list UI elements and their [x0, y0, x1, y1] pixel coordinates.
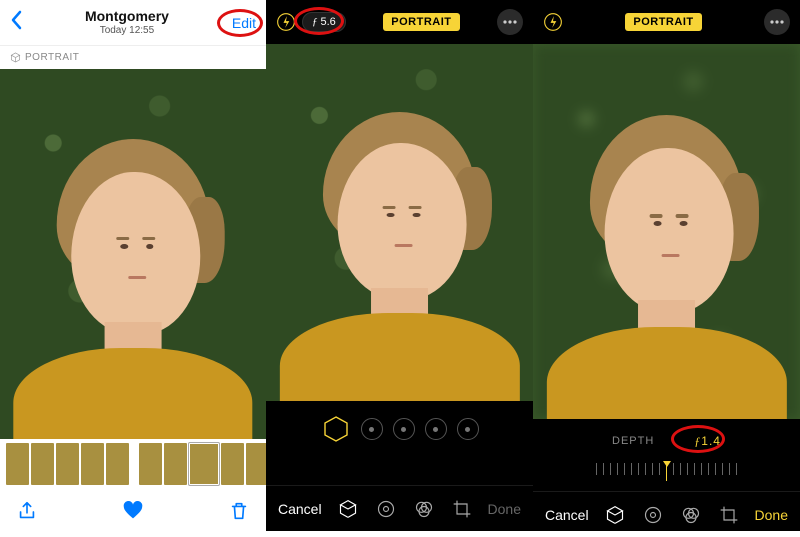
- depth-label: DEPTH: [612, 435, 654, 447]
- filters-tool-icon[interactable]: [414, 499, 434, 519]
- cancel-button[interactable]: Cancel: [278, 501, 322, 517]
- depth-control-row: DEPTH ƒ1.4: [533, 419, 800, 463]
- done-button[interactable]: Done: [755, 507, 788, 523]
- album-name: Montgomery: [85, 9, 169, 24]
- editor-photo[interactable]: [266, 44, 533, 401]
- thumbnail[interactable]: [106, 443, 129, 485]
- depth-slider[interactable]: [533, 463, 800, 491]
- more-button[interactable]: [764, 9, 790, 35]
- back-button[interactable]: [10, 10, 22, 36]
- more-button[interactable]: [497, 9, 523, 35]
- lighting-effect[interactable]: [361, 418, 383, 440]
- editor-pane-effects: ƒ5.6 PORTRAIT Cancel Done: [266, 0, 533, 531]
- portrait-tool-icon[interactable]: [605, 505, 625, 525]
- portrait-mode-tag: PORTRAIT: [0, 46, 89, 69]
- trash-icon[interactable]: [228, 500, 250, 522]
- aperture-value: 5.6: [321, 16, 336, 28]
- portrait-mode-badge[interactable]: PORTRAIT: [383, 13, 459, 31]
- thumbnail[interactable]: [6, 443, 29, 485]
- thumbnail-selected[interactable]: [189, 443, 219, 485]
- editor-header: PORTRAIT: [533, 0, 800, 44]
- crop-tool-icon[interactable]: [452, 499, 472, 519]
- heart-icon[interactable]: [122, 500, 144, 522]
- depth-value: ƒ1.4: [694, 434, 721, 449]
- flash-icon[interactable]: [543, 12, 563, 32]
- editor-toolbar: Cancel Done: [266, 485, 533, 531]
- thumbnail[interactable]: [221, 443, 244, 485]
- adjust-tool-icon[interactable]: [376, 499, 396, 519]
- edit-button[interactable]: Edit: [232, 15, 256, 31]
- viewer-header: Montgomery Today 12:55 Edit: [0, 0, 266, 46]
- portrait-tag-label: PORTRAIT: [25, 52, 79, 63]
- done-button[interactable]: Done: [488, 501, 521, 517]
- editor-header: ƒ5.6 PORTRAIT: [266, 0, 533, 44]
- flash-icon[interactable]: [276, 12, 296, 32]
- lighting-effects-row: [266, 401, 533, 457]
- filters-tool-icon[interactable]: [681, 505, 701, 525]
- viewer-toolbar: [0, 489, 266, 533]
- editor-toolbar: Cancel Done: [533, 491, 800, 537]
- lighting-effect[interactable]: [393, 418, 415, 440]
- slider-indicator-icon: [663, 461, 671, 467]
- thumbnail[interactable]: [139, 443, 162, 485]
- portrait-tool-icon[interactable]: [338, 499, 358, 519]
- lighting-effect-natural[interactable]: [321, 414, 351, 444]
- editor-pane-depth: PORTRAIT DEPTH ƒ1.4 Cancel Done: [533, 0, 800, 531]
- cancel-button[interactable]: Cancel: [545, 507, 589, 523]
- portrait-mode-badge[interactable]: PORTRAIT: [625, 13, 701, 31]
- lighting-effect[interactable]: [457, 418, 479, 440]
- thumbnail[interactable]: [164, 443, 187, 485]
- aperture-pill[interactable]: ƒ5.6: [302, 12, 346, 32]
- main-photo[interactable]: [0, 69, 266, 439]
- thumbnail-strip[interactable]: [0, 439, 266, 489]
- editor-photo[interactable]: [533, 44, 800, 419]
- photo-timestamp: Today 12:55: [85, 25, 169, 36]
- header-title-block: Montgomery Today 12:55: [85, 9, 169, 35]
- photos-viewer-pane: Montgomery Today 12:55 Edit PORTRAIT: [0, 0, 266, 531]
- adjust-tool-icon[interactable]: [643, 505, 663, 525]
- thumbnail[interactable]: [246, 443, 266, 485]
- thumbnail[interactable]: [81, 443, 104, 485]
- lighting-effect[interactable]: [425, 418, 447, 440]
- cube-icon: [10, 52, 21, 63]
- thumbnail[interactable]: [56, 443, 79, 485]
- share-icon[interactable]: [16, 500, 38, 522]
- f-symbol: ƒ: [312, 16, 318, 28]
- thumbnail[interactable]: [31, 443, 54, 485]
- crop-tool-icon[interactable]: [719, 505, 739, 525]
